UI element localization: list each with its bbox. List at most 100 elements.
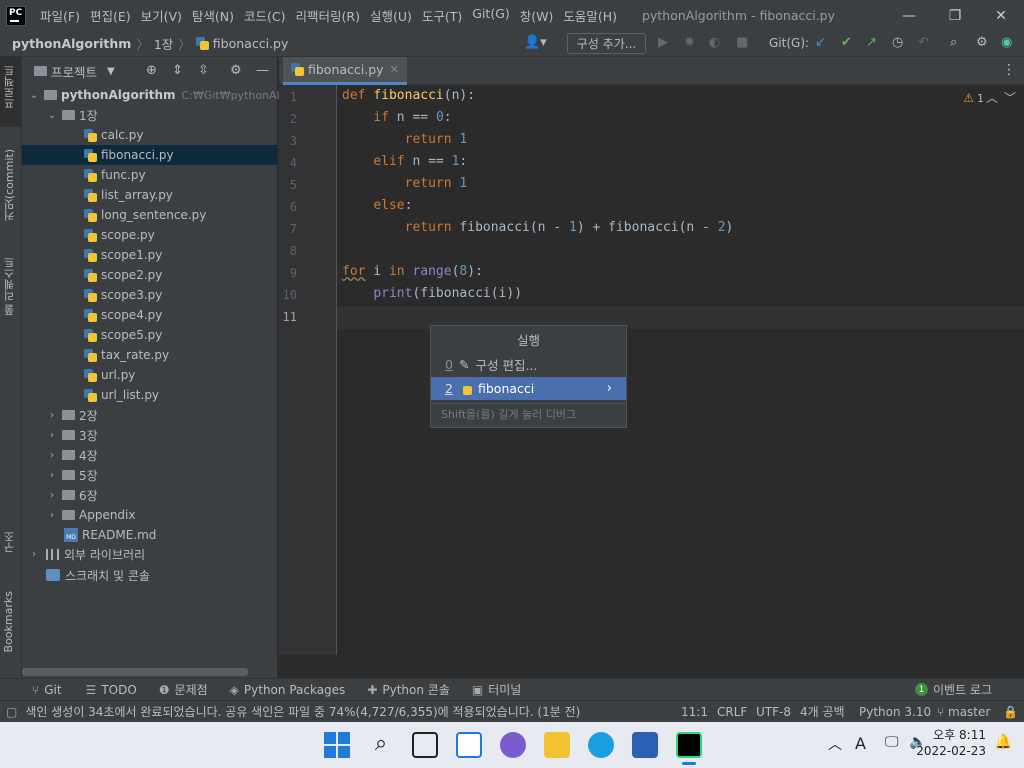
menu-run[interactable]: 실행(U) bbox=[365, 6, 417, 25]
menu-code[interactable]: 코드(C) bbox=[239, 6, 290, 25]
tree-folder-4[interactable]: › 4장 bbox=[46, 445, 98, 465]
pycharm-taskbar-icon[interactable] bbox=[676, 732, 702, 758]
menu-tools[interactable]: 도구(T) bbox=[417, 6, 467, 25]
lock-icon[interactable]: 🔒 bbox=[1003, 705, 1018, 719]
file-scope[interactable]: scope.py bbox=[84, 225, 155, 245]
chevron-right-icon[interactable]: › bbox=[46, 430, 58, 441]
file-func[interactable]: func.py bbox=[84, 165, 146, 185]
notification-bell-icon[interactable]: 🔔 bbox=[995, 734, 1012, 750]
file-explorer-icon[interactable] bbox=[544, 732, 570, 758]
settings-gear-icon[interactable]: ⚙ bbox=[976, 35, 988, 50]
system-clock[interactable]: 오후 8:11 2022-02-23 bbox=[916, 727, 986, 759]
file-scope2[interactable]: scope2.py bbox=[84, 265, 162, 285]
menu-window[interactable]: 창(W) bbox=[515, 6, 559, 25]
menu-navigate[interactable]: 탐색(N) bbox=[187, 6, 239, 25]
tool-git[interactable]: ⑂ Git bbox=[32, 683, 62, 697]
menu-view[interactable]: 보기(V) bbox=[136, 6, 187, 25]
line-separator[interactable]: CRLF bbox=[717, 705, 747, 719]
git-update-icon[interactable]: ↙ bbox=[815, 35, 826, 50]
breadcrumb-project[interactable]: pythonAlgorithm bbox=[12, 36, 131, 51]
menu-file[interactable]: 파일(F) bbox=[35, 6, 85, 25]
restore-button[interactable]: ❐ bbox=[932, 0, 978, 31]
close-tab-icon[interactable]: ✕ bbox=[390, 63, 399, 76]
file-scope3[interactable]: scope3.py bbox=[84, 285, 162, 305]
tab-fibonacci[interactable]: fibonacci.py ✕ bbox=[283, 57, 407, 85]
debug-icon[interactable]: ✹ bbox=[684, 35, 695, 50]
menu-git[interactable]: Git(G) bbox=[467, 6, 515, 25]
tool-project[interactable]: 프로젝트 bbox=[2, 65, 18, 109]
popup-item-edit-config[interactable]: 0 ✎ 구성 편집... bbox=[431, 353, 626, 376]
run-icon[interactable]: ▶ bbox=[658, 35, 668, 50]
tree-scratches[interactable]: 스크래치 및 콘솔 bbox=[46, 565, 150, 585]
file-scope1[interactable]: scope1.py bbox=[84, 245, 162, 265]
file-url[interactable]: url.py bbox=[84, 365, 135, 385]
status-message[interactable]: 색인 생성이 34초에서 완료되었습니다. 공유 색인은 파일 중 74%(4,… bbox=[25, 703, 580, 720]
tree-folder-2[interactable]: › 2장 bbox=[46, 405, 98, 425]
task-view-icon[interactable] bbox=[412, 732, 438, 758]
tree-external-libraries[interactable]: › 외부 라이브러리 bbox=[28, 544, 145, 564]
chevron-down-icon[interactable]: ⌄ bbox=[28, 90, 40, 101]
edge-browser-icon[interactable] bbox=[588, 732, 614, 758]
chevron-right-icon[interactable]: › bbox=[46, 470, 58, 481]
tray-chevron-up-icon[interactable]: ︿ bbox=[828, 734, 842, 754]
search-icon[interactable]: ⌕ bbox=[950, 35, 957, 50]
status-toggle-icon[interactable]: ▢ bbox=[6, 705, 17, 719]
close-button[interactable]: ✕ bbox=[978, 0, 1024, 31]
git-branch[interactable]: ⑂ master bbox=[937, 705, 990, 719]
horizontal-scrollbar[interactable] bbox=[22, 668, 248, 676]
tool-todo[interactable]: ☰ TODO bbox=[86, 683, 137, 697]
event-log[interactable]: 1 이벤트 로그 bbox=[914, 681, 992, 698]
minimize-button[interactable]: — bbox=[886, 0, 932, 31]
chevron-down-icon[interactable]: ﹀ bbox=[1004, 89, 1016, 106]
menu-refactor[interactable]: 리팩터링(R) bbox=[291, 6, 365, 25]
tree-folder-3[interactable]: › 3장 bbox=[46, 425, 98, 445]
file-url-list[interactable]: url_list.py bbox=[84, 385, 159, 405]
chevron-right-icon[interactable]: › bbox=[46, 410, 58, 421]
git-commit-icon[interactable]: ✔ bbox=[841, 35, 852, 50]
store-icon[interactable] bbox=[632, 732, 658, 758]
expand-all-icon[interactable]: ⇕ bbox=[172, 63, 183, 78]
file-scope5[interactable]: scope5.py bbox=[84, 325, 162, 345]
code-editor[interactable]: 1 2 3 4 5 6 7 8 9 10 11 def fibonacci(n)… bbox=[279, 85, 1024, 655]
file-tax-rate[interactable]: tax_rate.py bbox=[84, 345, 169, 365]
add-configuration-button[interactable]: 구성 추가... bbox=[567, 33, 646, 54]
indent-setting[interactable]: 4개 공백 bbox=[800, 703, 845, 720]
project-view-selector[interactable]: 프로젝트 bbox=[51, 62, 97, 81]
file-list-array[interactable]: list_array.py bbox=[84, 185, 173, 205]
warning-icon[interactable]: ⚠ bbox=[963, 91, 974, 105]
chevron-right-icon[interactable]: › bbox=[46, 450, 58, 461]
tool-structure[interactable]: 구조 bbox=[2, 531, 18, 553]
options-gear-icon[interactable]: ⚙ bbox=[230, 63, 242, 78]
file-calc[interactable]: calc.py bbox=[84, 125, 143, 145]
menu-help[interactable]: 도움말(H) bbox=[558, 6, 622, 25]
tool-bookmarks[interactable]: Bookmarks bbox=[2, 591, 15, 652]
tool-pull-requests[interactable]: 풀 리퀘스트 bbox=[2, 257, 18, 316]
history-icon[interactable]: ◷ bbox=[892, 35, 903, 50]
ime-indicator[interactable]: A bbox=[855, 734, 866, 753]
chevron-up-icon[interactable]: ︿ bbox=[986, 89, 998, 106]
more-icon[interactable]: ⋮ bbox=[1002, 62, 1016, 78]
git-push-icon[interactable]: ↗ bbox=[866, 35, 877, 50]
hide-panel-icon[interactable]: — bbox=[256, 63, 269, 78]
tree-root[interactable]: ⌄ pythonAlgorithm C:₩Git₩pythonAlgo bbox=[28, 85, 294, 105]
pycharm-logo[interactable]: PC bbox=[6, 5, 26, 26]
file-long-sentence[interactable]: long_sentence.py bbox=[84, 205, 206, 225]
ide-update-icon[interactable]: ◉ bbox=[1001, 35, 1012, 50]
file-encoding[interactable]: UTF-8 bbox=[756, 705, 791, 719]
chevron-down-icon[interactable]: ▼ bbox=[107, 66, 115, 77]
search-icon[interactable]: ⌕ bbox=[368, 732, 394, 758]
tool-python-packages[interactable]: ◈ Python Packages bbox=[230, 683, 346, 697]
tree-folder-1[interactable]: ⌄ 1장 bbox=[46, 105, 98, 125]
popup-item-fibonacci[interactable]: 2 fibonacci › bbox=[431, 377, 626, 400]
file-readme[interactable]: MD README.md bbox=[64, 525, 156, 545]
breadcrumb-file[interactable]: fibonacci.py bbox=[213, 36, 289, 51]
python-interpreter[interactable]: Python 3.10 bbox=[859, 705, 931, 719]
menu-edit[interactable]: 편집(E) bbox=[85, 6, 136, 25]
chat-icon[interactable] bbox=[500, 732, 526, 758]
chevron-right-icon[interactable]: › bbox=[46, 490, 58, 501]
network-icon[interactable]: 🖵 bbox=[885, 734, 899, 750]
rollback-icon[interactable]: ↶ bbox=[918, 35, 929, 50]
widgets-icon[interactable] bbox=[456, 732, 482, 758]
tool-python-console[interactable]: ✚ Python 콘솔 bbox=[367, 681, 450, 698]
tool-terminal[interactable]: ▣ 터미널 bbox=[472, 681, 521, 698]
